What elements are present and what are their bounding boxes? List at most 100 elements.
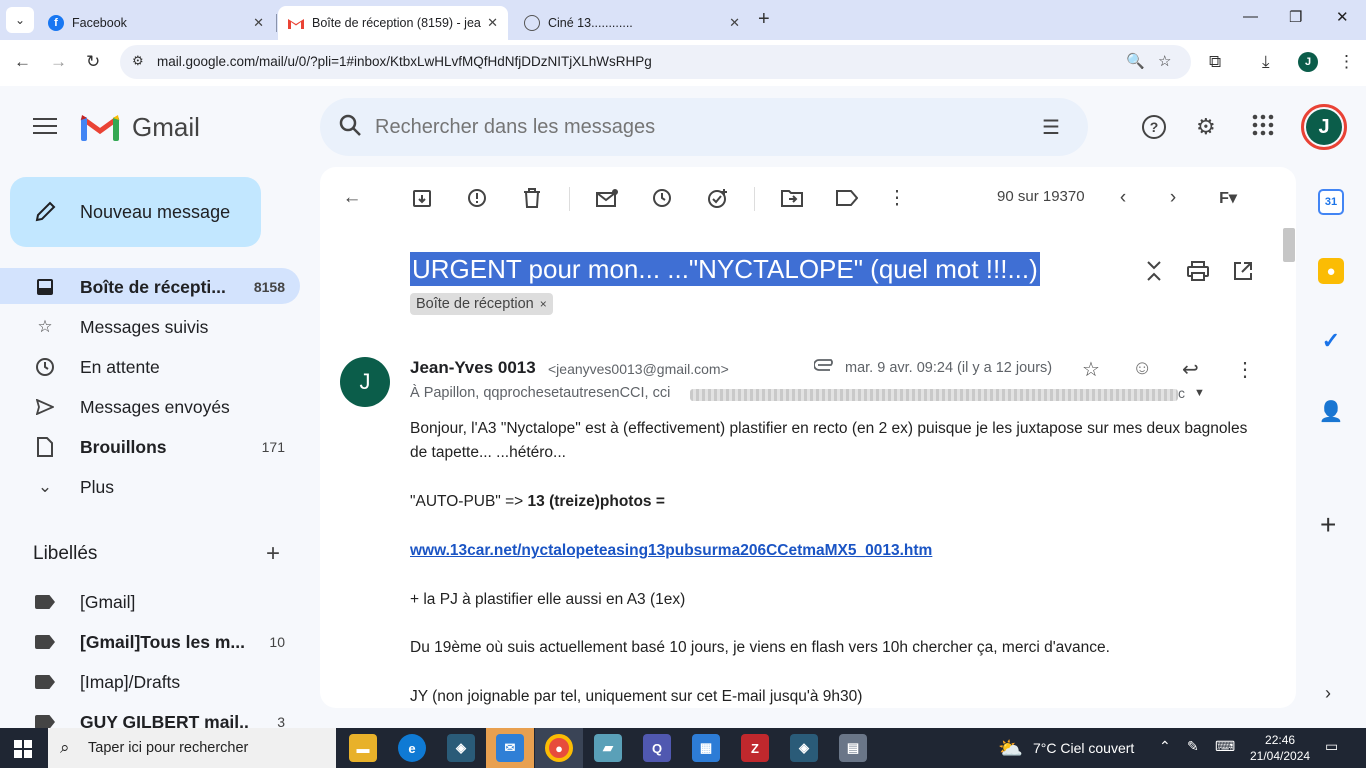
label-item[interactable]: [Gmail]Tous les m... 10: [0, 623, 300, 659]
older-message-icon[interactable]: ›: [1161, 186, 1185, 210]
close-tab-icon[interactable]: ✕: [729, 15, 740, 31]
chrome-icon[interactable]: ●: [545, 734, 573, 762]
compose-button[interactable]: Nouveau message: [10, 177, 261, 247]
add-to-tasks-icon[interactable]: [706, 186, 730, 210]
app-icon[interactable]: ◈: [790, 734, 818, 762]
tab-facebook[interactable]: f Facebook ✕: [38, 6, 274, 40]
newer-message-icon[interactable]: ‹: [1111, 186, 1135, 210]
filezilla-icon[interactable]: Z: [741, 734, 769, 762]
close-tab-icon[interactable]: ✕: [253, 15, 264, 31]
show-side-panel-icon[interactable]: ›: [1325, 683, 1331, 704]
browser-menu-icon[interactable]: ⋮: [1338, 52, 1355, 72]
search-options-icon[interactable]: ☰: [1042, 115, 1060, 140]
restore-icon[interactable]: ❐: [1289, 8, 1302, 26]
apps-grid-icon[interactable]: [1252, 114, 1274, 142]
new-tab-button[interactable]: +: [758, 8, 770, 31]
add-label-button[interactable]: +: [266, 540, 280, 568]
url-text[interactable]: mail.google.com/mail/u/0/?pli=1#inbox/Kt…: [157, 54, 652, 69]
report-spam-icon[interactable]: [465, 186, 489, 210]
search-input[interactable]: [375, 113, 975, 141]
minimize-icon[interactable]: —: [1243, 8, 1258, 25]
close-window-icon[interactable]: ✕: [1336, 8, 1349, 26]
back-icon[interactable]: ←: [14, 52, 31, 72]
main-menu-icon[interactable]: [33, 118, 57, 136]
sender-name[interactable]: Jean-Yves 0013: [410, 358, 536, 378]
reply-icon[interactable]: ↩: [1182, 357, 1199, 382]
keyboard-icon[interactable]: ⌨: [1215, 738, 1235, 755]
extensions-icon[interactable]: ⧉: [1209, 52, 1221, 72]
input-tools-icon[interactable]: F▾: [1208, 186, 1248, 210]
app-icon[interactable]: ▰: [594, 734, 622, 762]
message-more-icon[interactable]: ⋮: [1235, 357, 1255, 382]
label-item[interactable]: [Imap]/Drafts: [0, 663, 300, 699]
help-icon[interactable]: ?: [1141, 114, 1167, 146]
sidebar-item-sent[interactable]: Messages envoyés: [0, 388, 300, 424]
snooze-icon[interactable]: [650, 186, 674, 210]
open-new-window-icon[interactable]: [1231, 259, 1255, 283]
sidebar-item-snoozed[interactable]: En attente: [0, 348, 300, 384]
gmail-logo-icon[interactable]: [80, 112, 120, 142]
mark-unread-icon[interactable]: [595, 186, 619, 210]
account-avatar[interactable]: J: [1301, 104, 1347, 150]
scrollbar-thumb[interactable]: [1283, 228, 1295, 262]
close-tab-icon[interactable]: ✕: [487, 15, 498, 31]
pen-icon[interactable]: ✎: [1187, 738, 1199, 755]
sidebar-item-inbox[interactable]: Boîte de récepti... 8158: [0, 268, 300, 304]
taskbar-search[interactable]: ⌕ Taper ici pour rechercher: [48, 728, 336, 768]
body-paragraph: "AUTO-PUB" => 13 (treize)photos =: [410, 490, 1250, 514]
tray-chevron-icon[interactable]: ⌃: [1159, 738, 1171, 755]
address-bar[interactable]: ⚙ mail.google.com/mail/u/0/?pli=1#inbox/…: [120, 45, 1191, 79]
body-link[interactable]: www.13car.net/nyctalopeteasing13pubsurma…: [410, 542, 932, 559]
tab-gmail[interactable]: Boîte de réception (8159) - jea ✕: [278, 6, 508, 40]
sidebar-item-drafts[interactable]: Brouillons 171: [0, 428, 300, 464]
search-icon[interactable]: [338, 113, 364, 139]
site-info-icon[interactable]: ⚙: [132, 53, 144, 69]
app-icon[interactable]: ▤: [839, 734, 867, 762]
edge-icon[interactable]: e: [398, 734, 426, 762]
label-as-icon[interactable]: [835, 186, 859, 210]
show-details-icon[interactable]: ▼: [1194, 387, 1205, 399]
star-icon[interactable]: ☆: [1082, 357, 1100, 382]
calendar-icon[interactable]: 31: [1318, 189, 1344, 215]
download-icon[interactable]: ⤓: [1262, 52, 1270, 72]
keep-icon[interactable]: ●: [1318, 258, 1344, 284]
delete-icon[interactable]: [520, 186, 544, 210]
reload-icon[interactable]: ↻: [86, 52, 100, 72]
get-addons-button[interactable]: +: [1320, 509, 1336, 541]
mail-icon[interactable]: ✉: [496, 734, 524, 762]
contacts-icon[interactable]: 👤: [1318, 398, 1344, 424]
remove-label-icon[interactable]: ×: [540, 297, 547, 311]
more-options-icon[interactable]: ⋮: [885, 186, 909, 210]
file-explorer-icon[interactable]: ▬: [349, 734, 377, 762]
forward-icon[interactable]: →: [50, 52, 67, 72]
label-item[interactable]: GUY GILBERT mail... 3: [0, 703, 300, 728]
notifications-icon[interactable]: ▭: [1325, 738, 1338, 755]
gmail-icon: [288, 15, 304, 31]
weather-icon[interactable]: ⛅: [998, 736, 1023, 761]
move-to-icon[interactable]: [780, 186, 804, 210]
sidebar-item-starred[interactable]: ☆ Messages suivis: [0, 308, 300, 344]
tab-cine[interactable]: Ciné 13............ ✕: [514, 6, 750, 40]
settings-gear-icon[interactable]: ⚙: [1196, 114, 1216, 140]
sidebar-item-more[interactable]: ⌄ Plus: [0, 468, 300, 504]
weather-text[interactable]: 7°C Ciel couvert: [1033, 740, 1134, 756]
back-to-inbox-icon[interactable]: ←: [340, 186, 364, 210]
zoom-icon[interactable]: 🔍: [1126, 52, 1145, 70]
taskbar-clock[interactable]: 22:46 21/04/2024: [1250, 732, 1310, 764]
clock-icon: [35, 357, 55, 377]
app-icon[interactable]: Q: [643, 734, 671, 762]
bookmark-star-icon[interactable]: ☆: [1158, 52, 1171, 70]
emoji-reaction-icon[interactable]: ☺: [1132, 357, 1152, 380]
app-icon[interactable]: ◈: [447, 734, 475, 762]
collapse-all-icon[interactable]: [1142, 259, 1166, 283]
archive-icon[interactable]: [410, 186, 434, 210]
browser-profile-avatar[interactable]: J: [1298, 52, 1318, 72]
store-icon[interactable]: ▦: [692, 734, 720, 762]
print-icon[interactable]: [1186, 259, 1210, 283]
windows-start-icon[interactable]: [14, 740, 32, 758]
search-bar[interactable]: ☰: [320, 98, 1088, 156]
tasks-icon[interactable]: ✓: [1318, 328, 1344, 354]
sender-avatar[interactable]: J: [340, 357, 390, 407]
tab-search-button[interactable]: ⌄: [6, 7, 34, 33]
label-item[interactable]: [Gmail]: [0, 583, 300, 619]
